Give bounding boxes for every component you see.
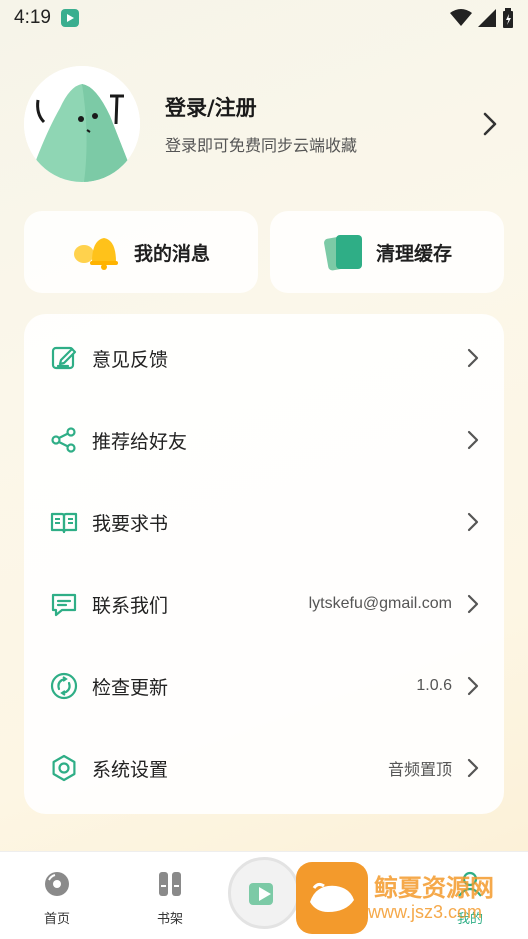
chevron-right-icon xyxy=(467,676,479,696)
settings-menu: 意见反馈 推荐给好友 我要求书 联系我们 lytskefu@gmail.com xyxy=(24,314,504,814)
avatar[interactable] xyxy=(24,66,140,182)
chevron-right-icon xyxy=(467,512,479,532)
profile-header[interactable]: 登录/注册 登录即可免费同步云端收藏 xyxy=(24,64,504,184)
chevron-right-icon[interactable] xyxy=(482,111,498,137)
app-version: 1.0.6 xyxy=(416,677,452,694)
clear-cache-label: 清理缓存 xyxy=(375,242,452,265)
login-subtitle: 登录即可免费同步云端收藏 xyxy=(165,136,358,155)
clear-cache-button[interactable]: 清理缓存 xyxy=(270,211,504,293)
chevron-right-icon xyxy=(467,348,479,368)
settings-value: 音频置顶 xyxy=(387,762,452,779)
now-playing-button[interactable] xyxy=(228,857,300,929)
menu-item-system-settings[interactable]: 系统设置 音频置顶 xyxy=(24,733,504,803)
menu-label: 检查更新 xyxy=(92,676,169,699)
message-icon xyxy=(51,593,77,617)
chevron-right-icon xyxy=(467,594,479,614)
menu-item-feedback[interactable]: 意见反馈 xyxy=(24,323,504,393)
disc-icon xyxy=(45,872,69,896)
app-notification-icon xyxy=(60,9,79,27)
battery-icon xyxy=(503,8,513,28)
menu-label: 意见反馈 xyxy=(92,348,169,371)
bell-icon xyxy=(73,238,118,270)
status-time: 4:19 xyxy=(14,7,51,28)
watermark-name: 鲸夏资源网 xyxy=(374,873,494,902)
my-messages-button[interactable]: 我的消息 xyxy=(24,211,258,293)
share-icon xyxy=(51,427,76,453)
menu-label: 推荐给好友 xyxy=(92,430,188,453)
watermark-url: www.jsz3.com xyxy=(368,901,483,922)
refresh-icon xyxy=(50,672,78,700)
menu-label: 联系我们 xyxy=(92,594,169,617)
settings-icon xyxy=(52,754,76,782)
chevron-right-icon xyxy=(467,430,479,450)
tab-bookshelf[interactable]: 书架 xyxy=(140,870,200,927)
chevron-right-icon xyxy=(467,758,479,778)
watermark: 鲸夏资源网 www.jsz3.com xyxy=(296,862,528,934)
menu-item-request-book[interactable]: 我要求书 xyxy=(24,487,504,557)
bookshelf-icon xyxy=(159,872,181,896)
login-register-title[interactable]: 登录/注册 xyxy=(165,92,357,122)
whale-logo-icon xyxy=(296,862,368,934)
menu-item-recommend[interactable]: 推荐给好友 xyxy=(24,405,504,475)
menu-label: 系统设置 xyxy=(92,758,169,781)
quick-actions: 我的消息 清理缓存 xyxy=(24,211,504,293)
cards-icon xyxy=(324,235,362,271)
play-icon xyxy=(249,883,273,905)
menu-label: 我要求书 xyxy=(92,512,169,535)
wifi-icon xyxy=(450,9,472,26)
tab-label: 首页 xyxy=(43,912,70,927)
status-bar: 4:19 xyxy=(0,0,528,36)
menu-item-contact-us[interactable]: 联系我们 lytskefu@gmail.com xyxy=(24,569,504,639)
my-messages-label: 我的消息 xyxy=(133,242,210,265)
edit-icon xyxy=(51,346,77,370)
signal-icon xyxy=(478,9,496,27)
tab-label: 书架 xyxy=(156,912,183,927)
tab-home[interactable]: 首页 xyxy=(27,870,87,927)
book-icon xyxy=(50,512,78,534)
menu-item-check-update[interactable]: 检查更新 1.0.6 xyxy=(24,651,504,721)
status-indicators xyxy=(450,8,514,28)
contact-email: lytskefu@gmail.com xyxy=(308,595,452,612)
